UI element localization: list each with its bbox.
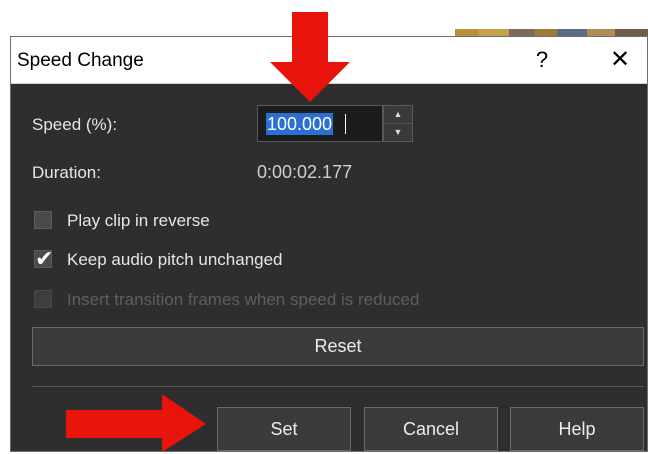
help-question-button[interactable]: ? [532, 47, 552, 73]
speed-spinner[interactable]: ▲ ▼ [383, 105, 413, 142]
down-arrow-icon [270, 12, 350, 102]
close-button[interactable]: ✕ [607, 45, 633, 74]
speed-input[interactable]: 100.000 [257, 105, 383, 142]
duration-label: Duration: [32, 163, 101, 182]
speed-label: Speed (%): [32, 115, 118, 134]
spin-down-icon[interactable]: ▼ [384, 124, 412, 141]
dialog-title: Speed Change [17, 50, 144, 71]
reverse-checkbox-label[interactable]: Play clip in reverse [67, 211, 210, 231]
transition-frames-checkbox-label: Insert transition frames when speed is r… [67, 290, 420, 309]
reset-button[interactable]: Reset [32, 327, 644, 366]
spin-up-icon[interactable]: ▲ [384, 106, 412, 124]
keep-pitch-checkbox-label[interactable]: Keep audio pitch unchanged [67, 250, 283, 270]
speed-input-value: 100.000 [266, 113, 334, 135]
right-arrow-icon [66, 394, 206, 452]
help-button[interactable]: Help [510, 407, 644, 451]
text-caret [345, 114, 346, 134]
keep-pitch-checkbox[interactable]: ✔ [34, 246, 53, 271]
checkmark-icon: ✔ [35, 246, 54, 271]
divider [32, 386, 644, 387]
duration-value: 0:00:02.177 [257, 162, 353, 182]
set-button[interactable]: Set [217, 407, 351, 451]
cancel-button[interactable]: Cancel [364, 407, 498, 451]
reverse-checkbox[interactable] [34, 211, 52, 229]
transition-frames-checkbox [34, 290, 52, 308]
